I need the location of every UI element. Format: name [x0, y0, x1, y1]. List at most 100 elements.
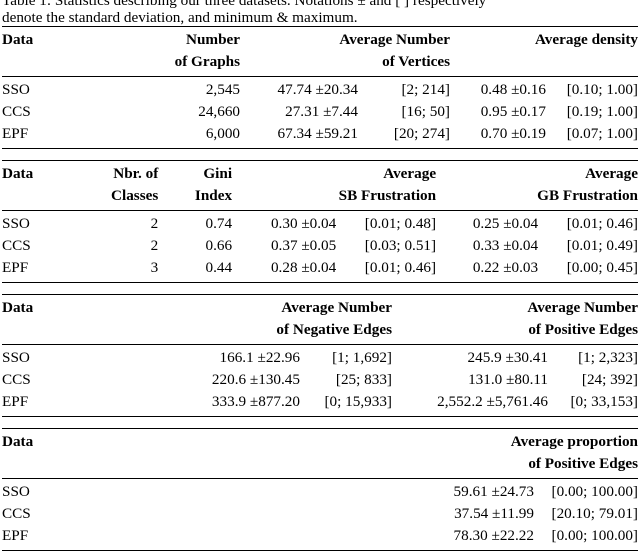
- cell-sb-mean: 0.28 ±0.04: [232, 257, 336, 283]
- document-page: Table 1: Statistics describing our three…: [0, 0, 640, 522]
- cell-data: SSO: [2, 479, 392, 503]
- cell-data: EPF: [2, 391, 152, 417]
- cell-prop-range: [0.00; 100.00]: [534, 525, 638, 551]
- col-header-of-positive-edges: of Positive Edges: [392, 453, 638, 479]
- table-row: SSO 2,545 47.74 ±20.34 [2; 214] 0.48 ±0.…: [2, 77, 638, 101]
- table-spacer: [0, 417, 640, 428]
- col-header-blank: [2, 185, 69, 211]
- col-header-blank: [2, 453, 392, 479]
- cell-avg-density-mean: 0.48 ±0.16: [450, 77, 546, 101]
- cell-nbr-classes: 3: [69, 257, 158, 283]
- cell-data: SSO: [2, 211, 69, 235]
- cell-data: CCS: [2, 235, 69, 257]
- table-header-row: Data Number Average Number Average densi…: [2, 27, 638, 51]
- cell-pos-mean: 131.0 ±80.11: [392, 369, 548, 391]
- dataset-size-table: Data Number Average Number Average densi…: [2, 26, 638, 149]
- table-header-row: Data Average proportion: [2, 429, 638, 453]
- cell-gini-index: 0.66: [158, 235, 232, 257]
- table-row: CCS 220.6 ±130.45 [25; 833] 131.0 ±80.11…: [2, 369, 638, 391]
- col-header-blank: [2, 319, 152, 345]
- cell-avg-vertices-mean: 27.31 ±7.44: [240, 101, 358, 123]
- cell-neg-mean: 166.1 ±22.96: [152, 345, 300, 369]
- cell-avg-density-range: [0.19; 1.00]: [546, 101, 638, 123]
- col-header-average-sb: Average: [232, 161, 436, 185]
- table-header-row: of Negative Edges of Positive Edges: [2, 319, 638, 345]
- cell-pos-mean: 245.9 ±30.41: [392, 345, 548, 369]
- cell-avg-density-mean: 0.70 ±0.19: [450, 123, 546, 149]
- cell-avg-density-range: [0.07; 1.00]: [546, 123, 638, 149]
- cell-avg-vertices-mean: 47.74 ±20.34: [240, 77, 358, 101]
- cell-gb-range: [0.01; 0.46]: [538, 211, 638, 235]
- table-caption: Table 1: Statistics describing our three…: [0, 0, 640, 26]
- table-row: CCS 24,660 27.31 ±7.44 [16; 50] 0.95 ±0.…: [2, 101, 638, 123]
- col-header-data: Data: [2, 27, 120, 51]
- cell-gini-index: 0.44: [158, 257, 232, 283]
- caption-line-2: denote the standard deviation, and minim…: [2, 9, 638, 26]
- cell-avg-vertices-range: [20; 274]: [358, 123, 450, 149]
- table-row: CCS 2 0.66 0.37 ±0.05 [0.03; 0.51] 0.33 …: [2, 235, 638, 257]
- cell-data: SSO: [2, 77, 120, 101]
- cell-pos-range: [24; 392]: [548, 369, 638, 391]
- col-header-of-positive-edges: of Positive Edges: [392, 319, 638, 345]
- frustration-table: Data Nbr. of Gini Average Average Classe…: [2, 160, 638, 283]
- col-header-average-density: Average density: [450, 27, 638, 51]
- col-header-average-proportion: Average proportion: [392, 429, 638, 453]
- cell-data: SSO: [2, 345, 152, 369]
- cell-neg-mean: 333.9 ±877.20: [152, 391, 300, 417]
- cell-data: EPF: [2, 257, 69, 283]
- cell-sb-mean: 0.30 ±0.04: [232, 211, 336, 235]
- col-header-average-gb: Average: [436, 161, 638, 185]
- cell-neg-range: [0; 15,933]: [300, 391, 392, 417]
- caption-line-1-text: Table 1: Statistics describing our three…: [2, 0, 638, 9]
- col-header-nbr-of: Nbr. of: [69, 161, 158, 185]
- cell-pos-mean: 2,552.2 ±5,761.46: [392, 391, 548, 417]
- cell-neg-range: [25; 833]: [300, 369, 392, 391]
- cell-avg-vertices-mean: 67.34 ±59.21: [240, 123, 358, 149]
- table-row: EPF 3 0.44 0.28 ±0.04 [0.01; 0.46] 0.22 …: [2, 257, 638, 283]
- col-header-gini: Gini: [158, 161, 232, 185]
- cell-data: EPF: [2, 525, 392, 551]
- edges-table: Data Average Number Average Number of Ne…: [2, 294, 638, 417]
- cell-avg-vertices-range: [16; 50]: [358, 101, 450, 123]
- col-header-number: Number: [120, 27, 240, 51]
- col-header-data: Data: [2, 161, 69, 185]
- cell-gb-range: [0.01; 0.49]: [538, 235, 638, 257]
- proportion-table: Data Average proportion of Positive Edge…: [2, 428, 638, 551]
- cell-neg-range: [1; 1,692]: [300, 345, 392, 369]
- cell-avg-vertices-range: [2; 214]: [358, 77, 450, 101]
- cell-pos-range: [0; 33,153]: [548, 391, 638, 417]
- cell-data: CCS: [2, 101, 120, 123]
- table-row: EPF 78.30 ±22.22 [0.00; 100.00]: [2, 525, 638, 551]
- table-header-row: Data Nbr. of Gini Average Average: [2, 161, 638, 185]
- cell-sb-mean: 0.37 ±0.05: [232, 235, 336, 257]
- cell-data: CCS: [2, 369, 152, 391]
- cell-avg-density-mean: 0.95 ±0.17: [450, 101, 546, 123]
- col-header-average-number-positive: Average Number: [392, 295, 638, 319]
- cell-pos-range: [1; 2,323]: [548, 345, 638, 369]
- col-header-blank: [2, 51, 120, 77]
- cell-avg-density-range: [0.10; 1.00]: [546, 77, 638, 101]
- cell-sb-range: [0.01; 0.46]: [336, 257, 436, 283]
- col-header-average-number: Average Number: [240, 27, 450, 51]
- table-header-row: of Positive Edges: [2, 453, 638, 479]
- cell-data: EPF: [2, 123, 120, 149]
- col-header-blank2: [450, 51, 638, 77]
- cell-number-of-graphs: 2,545: [120, 77, 240, 101]
- col-header-classes: Classes: [69, 185, 158, 211]
- table-row: SSO 166.1 ±22.96 [1; 1,692] 245.9 ±30.41…: [2, 345, 638, 369]
- col-header-data: Data: [2, 429, 392, 453]
- col-header-data: Data: [2, 295, 152, 319]
- table-header-row: Data Average Number Average Number: [2, 295, 638, 319]
- table-header-row: Classes Index SB Frustration GB Frustrat…: [2, 185, 638, 211]
- table-row: EPF 333.9 ±877.20 [0; 15,933] 2,552.2 ±5…: [2, 391, 638, 417]
- cell-nbr-classes: 2: [69, 211, 158, 235]
- cell-prop-range: [0.00; 100.00]: [534, 479, 638, 503]
- table-spacer: [0, 283, 640, 294]
- table-header-row: of Graphs of Vertices: [2, 51, 638, 77]
- cell-gb-mean: 0.33 ±0.04: [436, 235, 538, 257]
- cell-number-of-graphs: 6,000: [120, 123, 240, 149]
- cell-prop-mean: 59.61 ±24.73: [392, 479, 534, 503]
- table-spacer: [0, 149, 640, 160]
- col-header-index: Index: [158, 185, 232, 211]
- cell-gb-mean: 0.22 ±0.03: [436, 257, 538, 283]
